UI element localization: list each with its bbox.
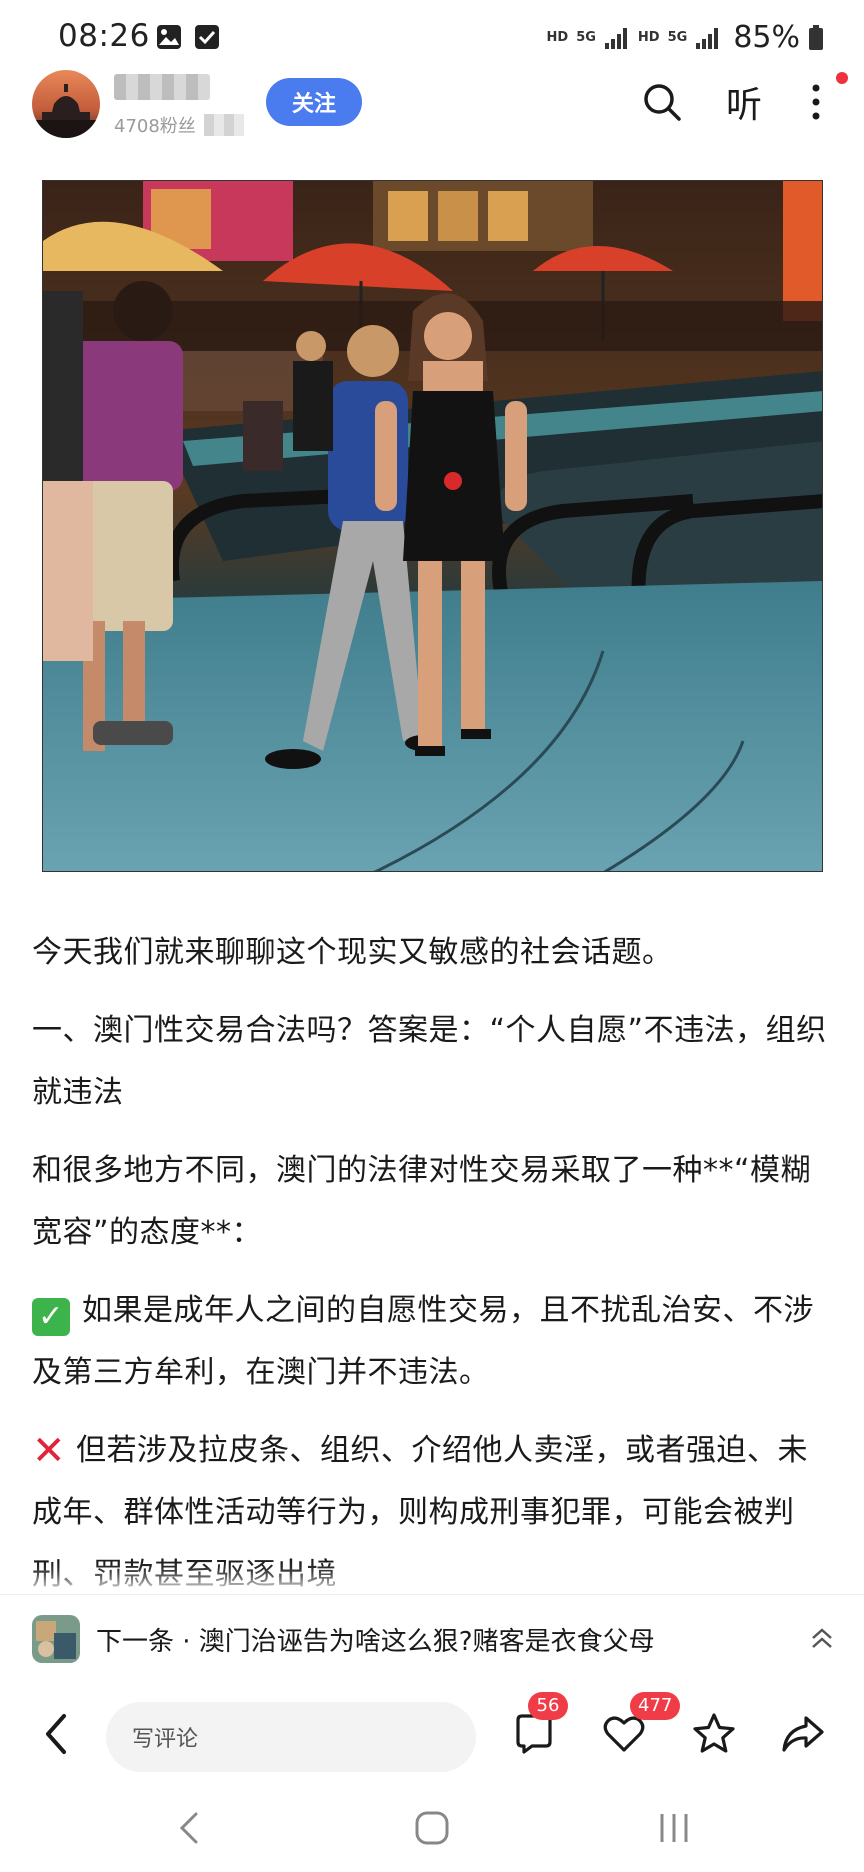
status-indicators: HD 5G HD 5G 85%: [547, 20, 824, 55]
nav-back-icon[interactable]: [166, 1804, 214, 1852]
more-icon[interactable]: [796, 76, 836, 128]
image-icon: [157, 25, 181, 49]
author-name[interactable]: [114, 74, 210, 100]
status-bar: 08:26 HD 5G HD 5G 85%: [0, 0, 864, 72]
follow-button[interactable]: 关注: [266, 78, 362, 126]
network-5g-label: 5G: [576, 30, 596, 45]
paragraph-context: 和很多地方不同，澳门的法律对性交易采取了一种**“模糊宽容”的态度**：: [32, 1153, 812, 1250]
author-header: 4708粉丝 关注 听: [0, 66, 864, 142]
paragraph-intro: 今天我们就来聊聊这个现实又敏感的社会话题。: [32, 935, 673, 970]
nav-home-icon[interactable]: [408, 1804, 456, 1852]
network-hd-label: HD: [546, 30, 569, 45]
next-article-bar[interactable]: 下一条 · 澳门治诬告为啥这么狠?赌客是衣食父母: [0, 1594, 864, 1684]
follower-extra: [203, 114, 244, 136]
article-photo[interactable]: [42, 180, 823, 872]
next-article-title[interactable]: 下一条 · 澳门治诬告为啥这么狠?赌客是衣食父母: [96, 1621, 655, 1658]
network-5g-label-2: 5G: [667, 30, 688, 45]
next-article-thumbnail: [32, 1615, 80, 1663]
search-icon[interactable]: [636, 76, 688, 128]
check-icon: ✓: [32, 1298, 70, 1336]
article-body: 今天我们就来聊聊这个现实又敏感的社会话题。 一、澳门性交易合法吗？答案是：“个人…: [32, 922, 832, 1622]
paragraph-legal: ✓ 如果是成年人之间的自愿性交易，且不扰乱治安、不涉及第三方牟利，在澳门并不违法。: [32, 1280, 832, 1404]
comment-input[interactable]: 写评论: [106, 1702, 476, 1772]
paragraph-illegal: ✕ 但若涉及拉皮条、组织、介绍他人卖淫，或者强迫、未成年、群体性活动等行为，则构成…: [32, 1420, 832, 1606]
follower-count: 4708粉丝: [114, 116, 196, 137]
checkbox-icon: [195, 25, 219, 49]
system-navigation-bar: [0, 1784, 864, 1872]
nav-recents-icon[interactable]: [650, 1804, 698, 1852]
status-time: 08:26: [58, 18, 150, 54]
avatar[interactable]: [32, 70, 100, 138]
chevron-up-icon[interactable]: [808, 1625, 836, 1653]
like-count-badge: 477: [630, 1692, 681, 1720]
network-hd-label-2: HD: [637, 30, 660, 45]
battery-percent: 85%: [733, 20, 800, 55]
listen-button[interactable]: 听: [718, 76, 770, 128]
cross-icon: ✕: [32, 1428, 67, 1474]
paragraph-heading: 一、澳门性交易合法吗？答案是：“个人自愿”不违法，组织就违法: [32, 1013, 827, 1110]
signal-icon: [604, 27, 627, 49]
share-icon[interactable]: [778, 1710, 826, 1758]
paragraph-illegal-text: 但若涉及拉皮条、组织、介绍他人卖淫，或者强迫、未成年、群体性活动等行为，则构成刑…: [32, 1433, 809, 1592]
article-page: 08:26 HD 5G HD 5G 85% 4708粉丝 关注 听 今天我们就来…: [0, 0, 864, 1872]
paragraph-legal-text: 如果是成年人之间的自愿性交易，且不扰乱治安、不涉及第三方牟利，在澳门并不违法。: [32, 1293, 814, 1390]
back-icon[interactable]: [36, 1706, 76, 1762]
signal-icon-2: [696, 27, 719, 49]
notification-icons: [156, 24, 220, 50]
bottom-toolbar: 写评论 56 477: [0, 1684, 864, 1784]
follower-row: 4708粉丝: [114, 112, 244, 138]
notification-dot: [836, 72, 848, 84]
battery-icon: [809, 24, 823, 50]
comment-count-badge: 56: [528, 1692, 568, 1720]
star-icon[interactable]: [690, 1710, 738, 1758]
